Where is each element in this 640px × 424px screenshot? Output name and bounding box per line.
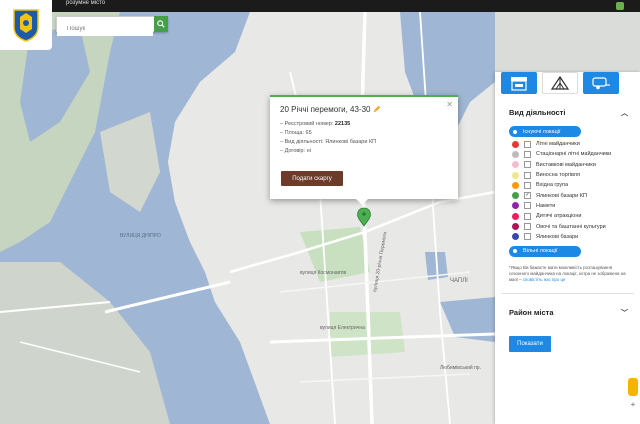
filter-panel: Вид діяльності ︿ Існуючі локації Літні м… — [495, 72, 640, 424]
district-title: Район міста — [509, 307, 554, 317]
checkbox[interactable] — [524, 150, 531, 158]
tab-tent[interactable] — [542, 72, 578, 94]
category-dot — [512, 161, 519, 169]
category-dot — [512, 223, 519, 231]
chevron-up-icon[interactable]: ︿ — [621, 108, 628, 118]
category-item[interactable]: Виставкові майданчики — [495, 160, 640, 170]
tent-icon — [550, 75, 570, 90]
category-dot — [512, 233, 519, 241]
category-dot — [512, 171, 519, 179]
tab-trailer[interactable] — [583, 72, 619, 94]
popup-row-contract: – Договір: ні — [280, 148, 311, 154]
pencil-icon[interactable] — [373, 105, 381, 113]
close-icon[interactable]: ✕ — [446, 100, 453, 109]
checkbox[interactable] — [524, 233, 531, 241]
topbar-indicator[interactable] — [616, 2, 624, 10]
city-logo[interactable] — [0, 0, 52, 50]
activity-section-header[interactable]: Вид діяльності ︿ — [495, 94, 640, 122]
category-dot — [512, 181, 519, 189]
show-button[interactable]: Показати — [509, 335, 551, 352]
category-item[interactable]: Дитячі атракціони — [495, 211, 640, 221]
street-label: ВУЛИЦЯ ДНІПРО — [120, 233, 161, 239]
category-item[interactable]: Ялинкові базари — [495, 232, 640, 242]
notify-link[interactable]: сповістіть нас про це — [523, 277, 566, 282]
search-box[interactable] — [56, 16, 168, 36]
category-item[interactable]: Виносна торгівля — [495, 170, 640, 180]
toggle-knob — [511, 127, 519, 136]
popup-title: 20 Річчі перемоги, 43-30 — [280, 105, 448, 114]
complain-button[interactable]: Подати скаргу — [281, 171, 343, 186]
street-view-icon[interactable] — [628, 378, 638, 396]
category-dot — [512, 150, 519, 158]
category-dot — [512, 192, 519, 200]
checkbox[interactable] — [524, 202, 531, 210]
street-label: вулиця Космонавтів — [300, 270, 347, 276]
existing-locations-toggle[interactable]: Існуючі локації — [509, 126, 581, 137]
trailer-icon — [592, 77, 610, 90]
street-label: вулиця Електрична — [320, 325, 365, 331]
checkbox[interactable] — [524, 140, 531, 148]
category-item[interactable]: Намети — [495, 201, 640, 211]
street-label: Любимівський пр. — [440, 364, 481, 371]
category-dot — [512, 202, 519, 210]
checkbox[interactable] — [524, 171, 531, 179]
category-item[interactable]: ✓ Ялинкові базари КП — [495, 190, 640, 200]
checkbox-checked[interactable]: ✓ — [524, 192, 531, 200]
category-item[interactable]: Вхідна група — [495, 180, 640, 190]
location-popup: 20 Річчі перемоги, 43-30 ✕ – Реєстровий … — [270, 95, 458, 205]
category-item[interactable]: Стаціонарні літні майданчики — [495, 149, 640, 159]
checkbox[interactable] — [524, 223, 531, 231]
category-list: Літні майданчики Стаціонарні літні майда… — [495, 139, 640, 242]
popup-row-area: – Площа: 65 — [280, 130, 312, 136]
logo-caption: розумне місто — [66, 0, 106, 6]
popup-tail — [356, 199, 368, 205]
free-locations-toggle[interactable]: Вільні локації — [509, 245, 581, 257]
category-dot — [512, 140, 519, 148]
district-label: ЧАПЛІ — [450, 278, 468, 284]
popup-row-activity: – Вид діяльності: Ялинкові базари КП — [280, 139, 377, 145]
category-tabs — [495, 72, 640, 94]
checkbox[interactable] — [524, 212, 531, 220]
category-dot — [512, 212, 519, 220]
checkbox[interactable] — [524, 181, 531, 189]
activity-title: Вид діяльності — [509, 108, 566, 117]
toggle-knob — [511, 247, 519, 256]
popup-row-reg: – Реєстровий номер: 22135 — [280, 121, 351, 127]
footnote: *Якщо Ви бажаєте мати можливість розташу… — [509, 264, 626, 282]
checkbox[interactable] — [524, 161, 531, 169]
category-item[interactable]: Літні майданчики — [495, 139, 640, 149]
district-section-header[interactable]: Район міста ﹀ — [495, 294, 640, 322]
kiosk-icon — [511, 77, 527, 91]
search-button[interactable] — [154, 16, 168, 32]
search-icon — [157, 20, 165, 28]
city-coat-of-arms-icon — [13, 9, 39, 42]
search-input[interactable] — [57, 22, 153, 36]
chevron-down-icon[interactable]: ﹀ — [621, 308, 628, 318]
zoom-control[interactable]: + — [628, 400, 638, 422]
tab-kiosk[interactable] — [501, 72, 537, 94]
category-item[interactable]: Овочі та баштанні культури — [495, 221, 640, 231]
